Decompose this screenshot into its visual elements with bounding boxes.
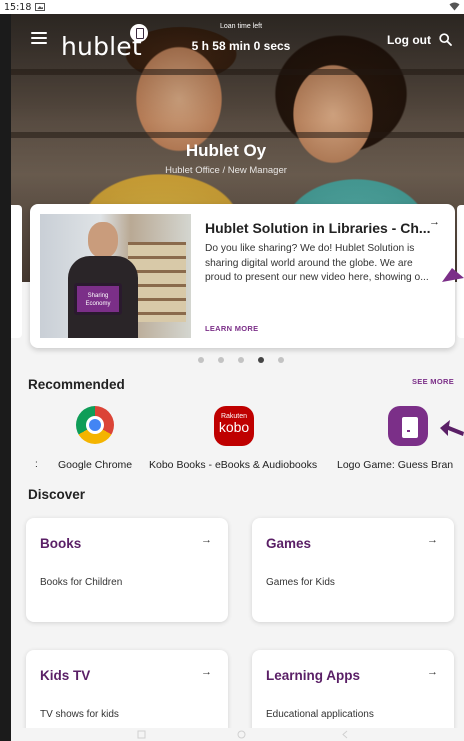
discover-card-subtitle: Educational applications (266, 709, 374, 720)
thumbnail-presenter (68, 222, 138, 338)
featured-description: Do you like sharing? We do! Hublet Solut… (205, 243, 429, 283)
home-icon[interactable] (237, 730, 246, 739)
recommended-heading: Recommended (28, 377, 125, 392)
featured-title: Hublet Solution in Libraries - Ch... (205, 220, 431, 236)
thumbnail-tablet: Sharing Economy (74, 283, 122, 315)
pointer-arrow-icon (440, 420, 464, 436)
discover-card-title: Books (40, 536, 82, 551)
featured-card[interactable]: Sharing Economy Hublet Solution in Libra… (30, 204, 455, 348)
discover-card-subtitle: Games for Kids (266, 577, 335, 588)
carousel-dots (198, 357, 284, 363)
app-label-chrome[interactable]: Google Chrome (58, 459, 132, 471)
discover-heading: Discover (28, 487, 86, 502)
see-more-link[interactable]: SEE MORE (412, 377, 454, 386)
discover-card-title: Games (266, 536, 312, 551)
arrow-right-icon: → (427, 534, 438, 546)
app-label-logo-game[interactable]: Logo Game: Guess Bran (337, 459, 453, 471)
organization-name: Hublet Oy (185, 141, 267, 160)
left-edge-strip (0, 14, 11, 741)
discover-card-title: Kids TV (40, 668, 91, 683)
image-notification-icon (35, 3, 46, 11)
tablet-badge-icon (130, 24, 148, 42)
search-icon[interactable] (439, 33, 452, 46)
previous-card-peek[interactable] (11, 205, 22, 338)
discover-card-games[interactable]: Games → Games for Kids (252, 518, 454, 622)
loan-time-label: Loan time left (219, 23, 263, 30)
arrow-right-icon: → (201, 666, 212, 678)
discover-card-title: Learning Apps (266, 668, 361, 683)
carousel-dot[interactable] (218, 357, 224, 363)
loan-time-value: 5 h 58 min 0 secs (191, 39, 291, 53)
featured-video-thumbnail[interactable]: Sharing Economy (40, 214, 191, 338)
app-label-kobo[interactable]: Kobo Books - eBooks & Audiobooks (149, 459, 317, 471)
carousel-dot[interactable] (198, 357, 204, 363)
pointer-arrow-icon (442, 268, 464, 282)
status-bar: 15:18 (0, 0, 464, 14)
carousel-dot[interactable] (238, 357, 244, 363)
tablet-icon[interactable] (388, 406, 428, 446)
back-icon[interactable] (341, 730, 350, 739)
arrow-right-icon: → (201, 534, 212, 546)
arrow-right-icon[interactable]: → (429, 216, 440, 228)
wifi-icon (449, 2, 460, 13)
carousel-dot[interactable] (278, 357, 284, 363)
discover-card-books[interactable]: Books → Books for Children (26, 518, 228, 622)
previous-app-peek: : (35, 459, 38, 470)
logout-button[interactable]: Log out (387, 33, 431, 47)
kobo-icon[interactable]: Rakuten kobo (214, 406, 254, 446)
carousel-dot-active[interactable] (258, 357, 264, 363)
organization-subtitle: Hublet Office / New Manager (165, 165, 287, 176)
screen: 15:18 hublet Loan time left 5 h 58 min 0… (0, 0, 464, 741)
arrow-right-icon: → (427, 666, 438, 678)
recents-icon[interactable] (137, 730, 146, 739)
system-nav-bar (11, 728, 464, 741)
chrome-icon[interactable] (76, 406, 114, 444)
status-time: 15:18 (4, 1, 32, 13)
learn-more-link[interactable]: LEARN MORE (205, 324, 258, 333)
hamburger-menu-icon[interactable] (31, 32, 47, 44)
discover-card-subtitle: TV shows for kids (40, 709, 119, 720)
discover-card-subtitle: Books for Children (40, 577, 123, 588)
